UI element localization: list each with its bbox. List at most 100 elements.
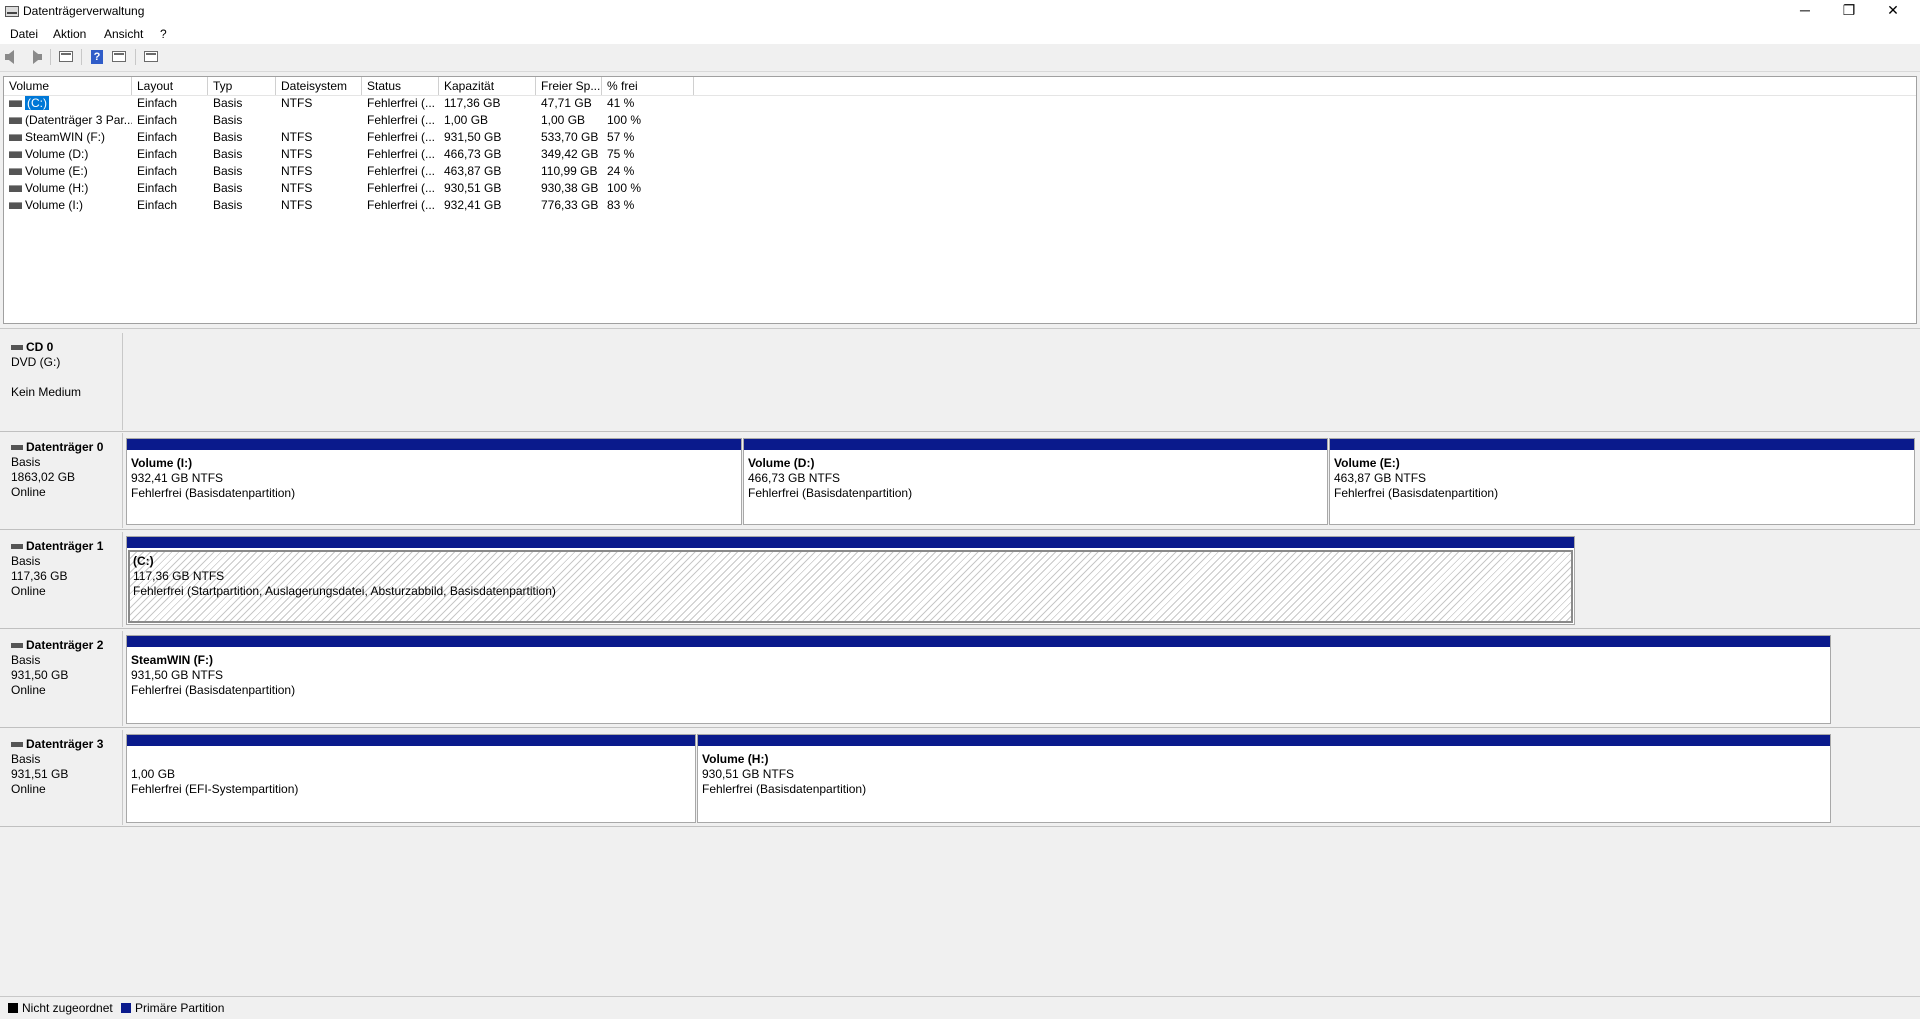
primary-partition-bar <box>744 439 1327 450</box>
cell-freier-speicher: 110,99 GB <box>541 164 598 178</box>
menu-help[interactable]: ? <box>160 27 167 41</box>
disk-row-separator <box>0 431 1920 432</box>
disk-state: Online <box>11 485 46 499</box>
disk-icon <box>11 742 23 748</box>
table-row[interactable]: SteamWIN (F:) Einfach Basis NTFS Fehlerf… <box>4 129 1916 146</box>
partition-volume-h[interactable]: Volume (H:) 930,51 GB NTFS Fehlerfrei (B… <box>697 734 1831 823</box>
list-view-icon[interactable] <box>144 50 160 64</box>
cell-dateisystem: NTFS <box>281 198 313 212</box>
cell-layout: Einfach <box>137 164 178 178</box>
column-header-typ[interactable]: Typ <box>208 77 276 95</box>
cell-typ: Basis <box>213 147 243 161</box>
disk-drive: DVD (G:) <box>11 355 61 369</box>
cell-kapazitaet: 930,51 GB <box>444 181 502 195</box>
cell-status: Fehlerfrei (... <box>367 181 436 195</box>
partition-volume-e[interactable]: Volume (E:) 463,87 GB NTFS Fehlerfrei (B… <box>1329 438 1915 525</box>
partition-volume-c[interactable]: (C:) 117,36 GB NTFS Fehlerfrei (Startpar… <box>126 536 1575 625</box>
column-header-dateisystem[interactable]: Dateisystem <box>276 77 362 95</box>
disk-label-1[interactable]: Datenträger 1 Basis 117,36 GB Online <box>3 532 123 627</box>
disk-size: 1863,02 GB <box>11 470 76 484</box>
disk-icon <box>11 643 23 649</box>
cell-layout: Einfach <box>137 147 178 161</box>
column-header-layout[interactable]: Layout <box>132 77 208 95</box>
menu-aktion[interactable]: Aktion <box>53 27 86 41</box>
disk-state: Online <box>11 683 46 697</box>
table-row[interactable]: (C:) Einfach Basis NTFS Fehlerfrei (... … <box>4 95 1916 112</box>
partition-status: Fehlerfrei (Basisdatenpartition) <box>1334 486 1499 500</box>
cell-prozent-frei: 41 % <box>607 96 635 110</box>
cell-prozent-frei: 75 % <box>607 147 635 161</box>
cd0-empty-area <box>124 333 1920 430</box>
cell-volume: Volume (I:) <box>4 197 132 214</box>
primary-partition-bar <box>127 537 1574 548</box>
disk-management-app-icon <box>5 6 19 17</box>
column-header-freier-speicher[interactable]: Freier Sp... <box>536 77 602 95</box>
help-icon[interactable]: ? <box>89 50 105 64</box>
cell-freier-speicher: 1,00 GB <box>541 113 586 127</box>
volume-list: Volume Layout Typ Dateisystem Status Kap… <box>3 76 1917 324</box>
partition-status: Fehlerfrei (Basisdatenpartition) <box>748 486 913 500</box>
table-row[interactable]: Volume (H:) Einfach Basis NTFS Fehlerfre… <box>4 180 1916 197</box>
disk-label-2[interactable]: Datenträger 2 Basis 931,50 GB Online <box>3 631 123 726</box>
pane-splitter[interactable] <box>0 324 1920 329</box>
column-header-volume[interactable]: Volume <box>4 77 132 95</box>
partition-status: Fehlerfrei (Basisdatenpartition) <box>702 782 867 796</box>
cell-volume: Volume (D:) <box>4 146 132 163</box>
table-row[interactable]: Volume (D:) Einfach Basis NTFS Fehlerfre… <box>4 146 1916 163</box>
disk-label-3[interactable]: Datenträger 3 Basis 931,51 GB Online <box>3 730 123 825</box>
forward-arrow-icon[interactable] <box>26 50 42 64</box>
column-header-kapazitaet[interactable]: Kapazität <box>439 77 536 95</box>
drive-icon <box>9 100 22 108</box>
cell-prozent-frei: 57 % <box>607 130 635 144</box>
cell-status: Fehlerfrei (... <box>367 113 436 127</box>
cell-kapazitaet: 117,36 GB <box>444 96 501 110</box>
cell-dateisystem: NTFS <box>281 181 313 195</box>
drive-icon <box>9 168 22 176</box>
primary-partition-bar <box>1330 439 1914 450</box>
cell-typ: Basis <box>213 130 243 144</box>
primary-partition-bar <box>698 735 1830 746</box>
table-row[interactable]: (Datenträger 3 Par... Einfach Basis Fehl… <box>4 112 1916 129</box>
close-button[interactable]: ✕ <box>1870 0 1916 22</box>
disk-type: Basis <box>11 455 41 469</box>
cell-kapazitaet: 931,50 GB <box>444 130 502 144</box>
table-row[interactable]: Volume (E:) Einfach Basis NTFS Fehlerfre… <box>4 163 1916 180</box>
toolbar: ? <box>0 45 1920 72</box>
disk-media-status: Kein Medium <box>11 385 82 399</box>
disk-row-separator <box>0 628 1920 629</box>
column-header-status[interactable]: Status <box>362 77 439 95</box>
cell-dateisystem: NTFS <box>281 96 313 110</box>
partition-title: Volume (H:) <box>702 752 769 766</box>
cell-kapazitaet: 932,41 GB <box>444 198 502 212</box>
cell-kapazitaet: 463,87 GB <box>444 164 502 178</box>
primary-partition-bar <box>127 439 741 450</box>
maximize-button[interactable]: ❐ <box>1826 0 1872 22</box>
volume-list-header: Volume Layout Typ Dateisystem Status Kap… <box>4 77 1916 96</box>
cell-prozent-frei: 100 % <box>607 113 642 127</box>
disk-label-cd0[interactable]: CD 0 DVD (G:) Kein Medium <box>3 333 123 430</box>
cell-status: Fehlerfrei (... <box>367 130 436 144</box>
partition-efi[interactable]: 1,00 GB Fehlerfrei (EFI-Systempartition) <box>126 734 696 823</box>
cell-prozent-frei: 24 % <box>607 164 635 178</box>
partition-volume-i[interactable]: Volume (I:) 932,41 GB NTFS Fehlerfrei (B… <box>126 438 742 525</box>
partition-title: Volume (D:) <box>748 456 815 470</box>
minimize-button[interactable]: ─ <box>1782 0 1828 22</box>
partition-size: 1,00 GB <box>131 767 176 781</box>
cell-status: Fehlerfrei (... <box>367 147 436 161</box>
partition-steamwin-f[interactable]: SteamWIN (F:) 931,50 GB NTFS Fehlerfrei … <box>126 635 1831 724</box>
console-tree-icon[interactable] <box>59 50 75 64</box>
cell-layout: Einfach <box>137 181 178 195</box>
back-arrow-icon[interactable] <box>5 50 21 64</box>
column-header-prozent-frei[interactable]: % frei <box>602 77 694 95</box>
cell-prozent-frei: 100 % <box>607 181 642 195</box>
menu-ansicht[interactable]: Ansicht <box>104 27 143 41</box>
properties-icon[interactable] <box>112 50 128 64</box>
cell-typ: Basis <box>213 113 243 127</box>
disk-size: 117,36 GB <box>11 569 68 583</box>
partition-volume-d[interactable]: Volume (D:) 466,73 GB NTFS Fehlerfrei (B… <box>743 438 1328 525</box>
menu-datei[interactable]: Datei <box>10 27 38 41</box>
disk-label-0[interactable]: Datenträger 0 Basis 1863,02 GB Online <box>3 433 123 528</box>
legend-swatch-primary <box>121 1003 131 1013</box>
table-row[interactable]: Volume (I:) Einfach Basis NTFS Fehlerfre… <box>4 197 1916 214</box>
disk-name: Datenträger 2 <box>26 638 104 652</box>
